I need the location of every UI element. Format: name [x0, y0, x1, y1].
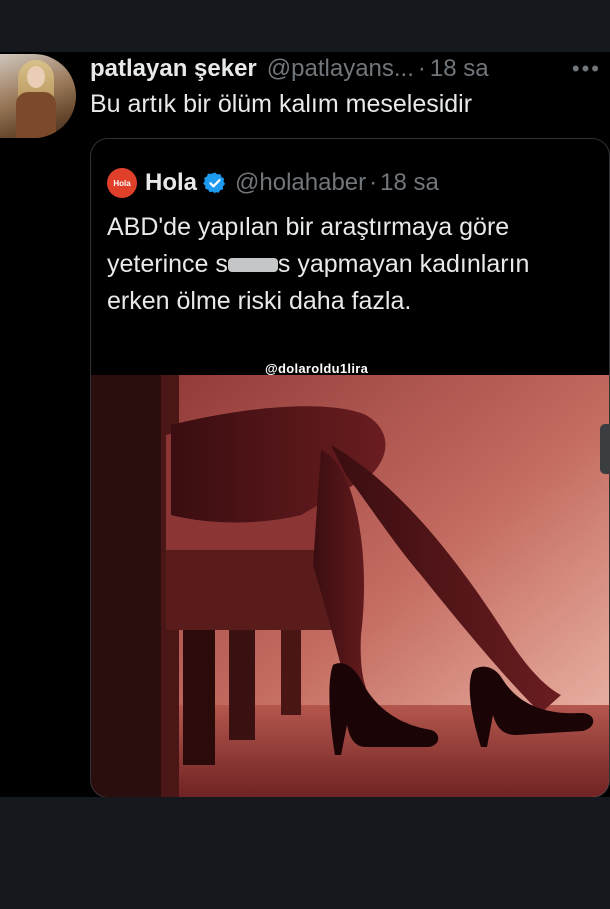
- verified-badge-icon: [203, 172, 226, 194]
- author-handle[interactable]: @patlayans...: [267, 55, 414, 83]
- quoted-tweet-timestamp[interactable]: 18 sa: [380, 169, 439, 197]
- tweet-text: Bu artık bir ölüm kalım meselesidir: [90, 90, 473, 118]
- quoted-tweet-image[interactable]: [91, 375, 609, 797]
- quoted-author-name[interactable]: Hola: [145, 169, 197, 197]
- author-avatar[interactable]: [0, 54, 76, 138]
- hola-avatar[interactable]: Hola: [107, 168, 137, 198]
- scroll-handle[interactable]: [600, 424, 610, 474]
- separator-dot: ·: [417, 55, 426, 82]
- avatar-face: [27, 66, 45, 88]
- watermark-text: @dolaroldu1lira: [265, 361, 369, 376]
- more-horizontal-icon[interactable]: •••: [572, 56, 605, 82]
- bottom-letterbox: [0, 797, 610, 909]
- separator-dot: ·: [369, 169, 378, 196]
- author-name[interactable]: patlayan şeker: [90, 55, 257, 83]
- tweet-timestamp[interactable]: 18 sa: [430, 55, 489, 83]
- quoted-tweet-text: ABD'de yapılan bir araştırmaya göre yete…: [107, 209, 587, 320]
- top-letterbox: [0, 0, 610, 52]
- quoted-author-handle[interactable]: @holahaber: [235, 169, 366, 197]
- tweet[interactable]: patlayan şeker @patlayans... · 18 sa •••…: [0, 52, 610, 797]
- legs-heels-photo: [91, 375, 609, 797]
- quoted-tweet-card[interactable]: Hola Hola @holahaber · 18 sa ABD'de yapı…: [90, 138, 610, 797]
- tweet-header: patlayan şeker @patlayans... · 18 sa •••: [90, 54, 605, 84]
- avatar-body: [16, 92, 56, 138]
- quoted-tweet-header: Hola Hola @holahaber · 18 sa: [107, 167, 439, 199]
- hola-logo-text: Hola: [113, 178, 131, 188]
- censor-bar: [227, 258, 278, 273]
